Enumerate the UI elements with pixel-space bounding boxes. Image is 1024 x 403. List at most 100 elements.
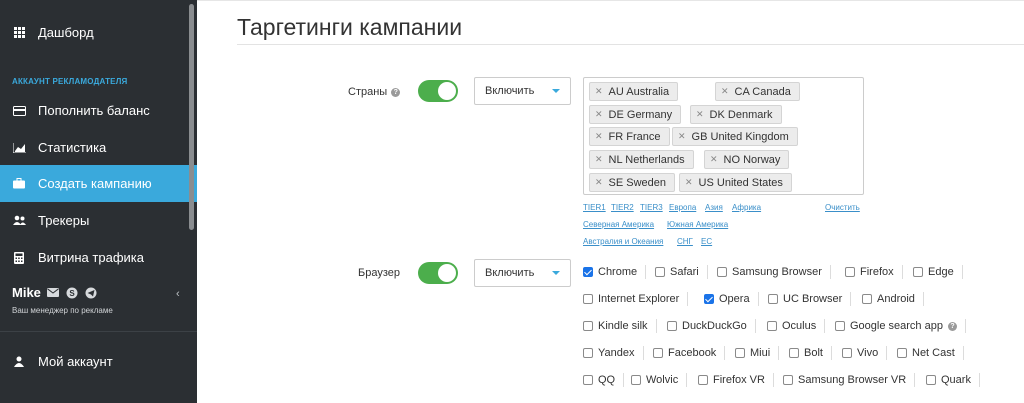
region-link-eu[interactable]: ЕС: [701, 237, 712, 246]
remove-icon[interactable]: ✕: [710, 154, 718, 165]
checkbox[interactable]: [583, 321, 593, 331]
browser-option-yandex[interactable]: Yandex: [583, 345, 644, 361]
credit-card-icon: [12, 104, 26, 118]
help-icon[interactable]: ?: [391, 87, 401, 97]
remove-icon[interactable]: ✕: [696, 109, 704, 120]
sidebar-item-create-campaign[interactable]: Создать кампанию: [0, 165, 197, 202]
region-link-africa[interactable]: Африка: [732, 203, 761, 212]
checkbox[interactable]: [667, 321, 677, 331]
divider: [642, 346, 644, 360]
checkbox[interactable]: [631, 375, 641, 385]
option-label: Net Cast: [912, 347, 955, 359]
help-icon[interactable]: ?: [947, 321, 957, 331]
checkbox[interactable]: [704, 294, 714, 304]
checkbox[interactable]: [842, 348, 852, 358]
checkbox[interactable]: [897, 348, 907, 358]
browser-option-firefox[interactable]: Firefox: [845, 264, 903, 280]
countries-toggle[interactable]: [418, 80, 458, 102]
checkbox[interactable]: [835, 321, 845, 331]
sidebar-item-trackers[interactable]: Трекеры: [0, 202, 197, 239]
browser-option-firefox-vr[interactable]: Firefox VR: [698, 372, 774, 388]
checkbox[interactable]: [768, 294, 778, 304]
browser-option-quark[interactable]: Quark: [926, 372, 980, 388]
remove-icon[interactable]: ✕: [595, 154, 603, 165]
region-link-south-america[interactable]: Южная Америка: [667, 220, 728, 229]
remove-icon[interactable]: ✕: [595, 177, 603, 188]
country-tag: ✕ NO Norway: [704, 150, 790, 169]
remove-icon[interactable]: ✕: [595, 86, 603, 97]
mail-icon[interactable]: [47, 286, 60, 299]
browser-option-google-search-app[interactable]: Google search app?: [835, 318, 966, 334]
manager-role: Ваш менеджер по рекламе: [12, 306, 113, 315]
region-link-asia[interactable]: Азия: [705, 203, 723, 212]
browser-option-samsung-browser-vr[interactable]: Samsung Browser VR: [783, 372, 916, 388]
region-link-tier1[interactable]: TIER1: [583, 203, 606, 212]
browser-option-miui[interactable]: Miui: [735, 345, 780, 361]
checkbox[interactable]: [717, 267, 727, 277]
remove-icon[interactable]: ✕: [685, 177, 693, 188]
region-link-tier3[interactable]: TIER3: [640, 203, 663, 212]
sidebar-item-my-account[interactable]: Мой аккаунт: [0, 343, 197, 380]
select-value: Включить: [485, 85, 535, 97]
region-link-tier2[interactable]: TIER2: [611, 203, 634, 212]
sidebar-scrollbar[interactable]: [189, 4, 194, 230]
divider: [850, 292, 852, 306]
browser-option-opera[interactable]: Opera: [704, 291, 759, 307]
browser-option-chrome[interactable]: Chrome: [583, 264, 647, 280]
countries-mode-select[interactable]: Включить: [474, 77, 571, 105]
checkbox[interactable]: [735, 348, 745, 358]
browser-option-safari[interactable]: Safari: [655, 264, 708, 280]
browser-toggle[interactable]: [418, 262, 458, 284]
browser-option-facebook[interactable]: Facebook: [653, 345, 726, 361]
skype-icon[interactable]: S: [66, 286, 79, 299]
country-tag: ✕ FR France: [589, 127, 670, 146]
browser-option-uc-browser[interactable]: UC Browser: [768, 291, 852, 307]
checkbox[interactable]: [583, 348, 593, 358]
browser-option-bolt[interactable]: Bolt: [789, 345, 832, 361]
checkbox[interactable]: [653, 348, 663, 358]
browser-option-android[interactable]: Android: [862, 291, 924, 307]
checkbox[interactable]: [783, 375, 793, 385]
chevron-left-icon[interactable]: ‹: [176, 288, 180, 300]
region-link-oceania[interactable]: Австралия и Океания: [583, 237, 663, 246]
checkbox[interactable]: [913, 267, 923, 277]
sidebar-item-statistics[interactable]: Статистика: [0, 129, 197, 166]
checkbox[interactable]: [862, 294, 872, 304]
browser-option-qq[interactable]: QQ: [583, 372, 625, 388]
telegram-icon[interactable]: [85, 286, 98, 299]
checkbox[interactable]: [926, 375, 936, 385]
browser-option-oculus[interactable]: Oculus: [767, 318, 826, 334]
checkbox[interactable]: [583, 267, 593, 277]
checkbox[interactable]: [767, 321, 777, 331]
region-link-north-america[interactable]: Северная Америка: [583, 220, 654, 229]
browser-mode-select[interactable]: Включить: [474, 259, 571, 287]
browser-option-edge[interactable]: Edge: [913, 264, 963, 280]
browser-option-net-cast[interactable]: Net Cast: [897, 345, 964, 361]
remove-icon[interactable]: ✕: [678, 131, 686, 142]
option-label: DuckDuckGo: [682, 320, 747, 332]
sidebar-item-traffic-showcase[interactable]: Витрина трафика: [0, 239, 197, 276]
browser-option-internet-explorer[interactable]: Internet Explorer: [583, 291, 689, 307]
browser-option-duckduckgo[interactable]: DuckDuckGo: [667, 318, 756, 334]
checkbox[interactable]: [789, 348, 799, 358]
browser-option-wolvic[interactable]: Wolvic: [631, 372, 688, 388]
countries-tag-input[interactable]: ✕ AU Australia ✕ CA Canada ✕ DE Germany ✕ DK…: [583, 77, 864, 195]
checkbox[interactable]: [583, 375, 593, 385]
checkbox[interactable]: [655, 267, 665, 277]
sidebar-item-dashboard[interactable]: Дашборд: [0, 14, 197, 51]
browser-option-kindle-silk[interactable]: Kindle silk: [583, 318, 657, 334]
region-link-cis[interactable]: СНГ: [677, 237, 693, 246]
sidebar-item-topup[interactable]: Пополнить баланс: [0, 92, 197, 129]
checkbox[interactable]: [845, 267, 855, 277]
remove-icon[interactable]: ✕: [721, 86, 729, 97]
clear-link[interactable]: Очистить: [825, 203, 860, 212]
browser-option-samsung-browser[interactable]: Samsung Browser: [717, 264, 831, 280]
browser-option-vivo[interactable]: Vivo: [842, 345, 888, 361]
remove-icon[interactable]: ✕: [595, 131, 603, 142]
checkbox[interactable]: [583, 294, 593, 304]
region-link-europe[interactable]: Европа: [669, 203, 696, 212]
sidebar: Дашборд АККАУНТ РЕКЛАМОДАТЕЛЯ Пополнить …: [0, 0, 197, 403]
checkbox[interactable]: [698, 375, 708, 385]
tag-label: FR France: [608, 130, 661, 143]
remove-icon[interactable]: ✕: [595, 109, 603, 120]
